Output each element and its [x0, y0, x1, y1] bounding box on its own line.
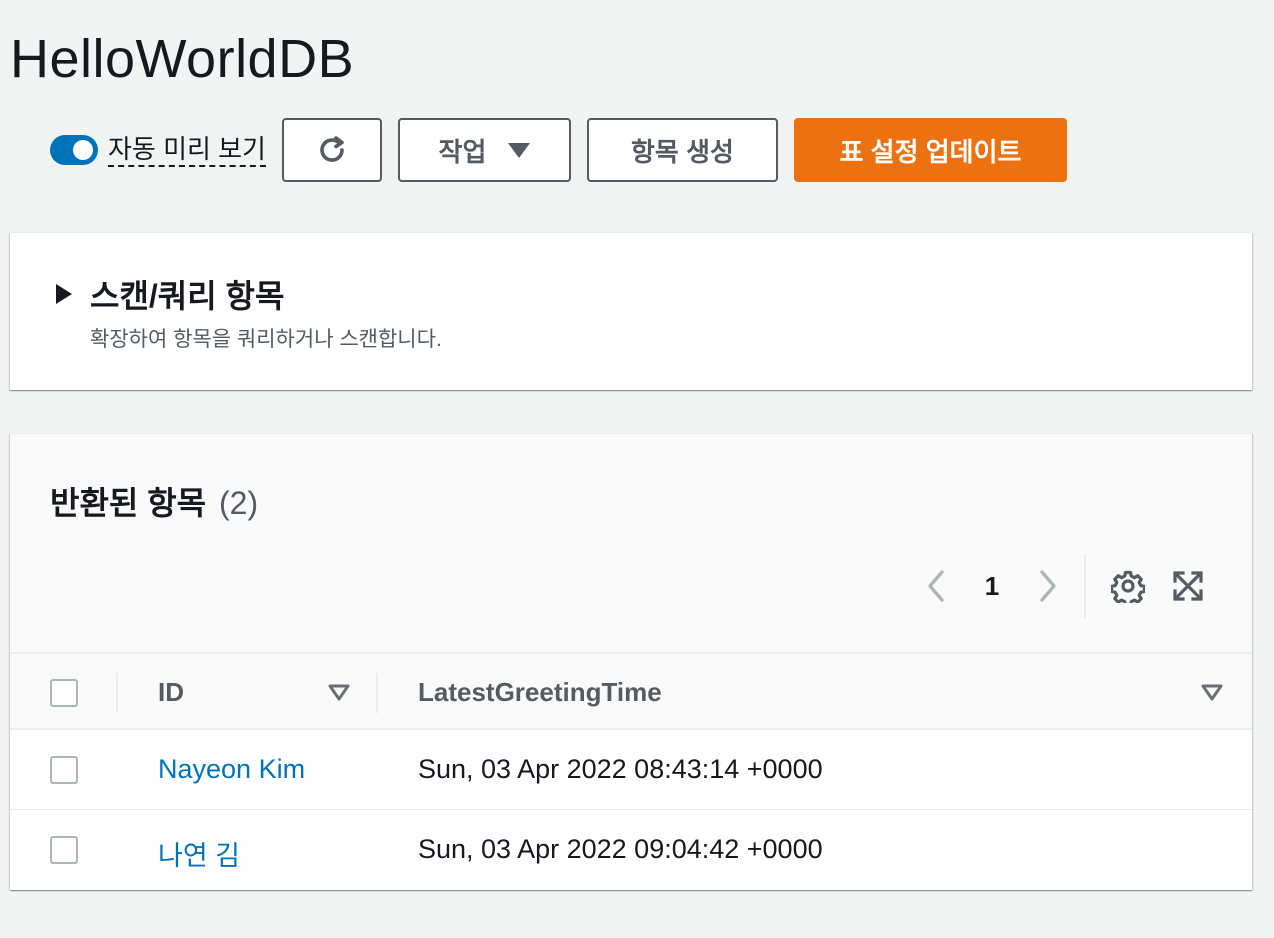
- actions-dropdown-button[interactable]: 작업: [397, 118, 571, 182]
- fullscreen-button[interactable]: [1168, 566, 1208, 606]
- row-checkbox[interactable]: [50, 836, 78, 864]
- returned-items-count: (2): [218, 485, 259, 521]
- returned-items-panel: 반환된 항목 (2) 1 ID LatestGreetingTime Nayeo…: [10, 433, 1252, 890]
- column-divider: [376, 673, 378, 713]
- table-row[interactable]: 나연 김 Sun, 03 Apr 2022 09:04:42 +0000: [10, 810, 1252, 890]
- latest-greeting-time-cell: Sun, 03 Apr 2022 09:04:42 +0000: [418, 834, 823, 864]
- returned-items-title: 반환된 항목: [50, 485, 207, 521]
- auto-preview-label[interactable]: 자동 미리 보기: [108, 134, 266, 167]
- scan-query-title: 스캔/쿼리 항목: [90, 278, 285, 314]
- fullscreen-icon: [1173, 571, 1203, 601]
- auto-preview-toggle[interactable]: [50, 135, 98, 165]
- sort-down-icon[interactable]: [1201, 684, 1223, 702]
- column-header-id[interactable]: ID: [158, 677, 184, 708]
- update-table-settings-button[interactable]: 표 설정 업데이트: [793, 118, 1067, 182]
- column-divider: [116, 673, 118, 713]
- item-id-link[interactable]: 나연 김: [158, 834, 240, 873]
- chevron-left-icon: [928, 570, 944, 602]
- caret-right-icon: [56, 284, 72, 304]
- scan-query-description: 확장하여 항목을 쿼리하거나 스캔합니다.: [90, 328, 442, 351]
- scan-query-panel: 스캔/쿼리 항목 확장하여 항목을 쿼리하거나 스캔합니다.: [10, 232, 1252, 390]
- pagination: 1: [918, 554, 1208, 618]
- returned-items-header: 반환된 항목 (2): [50, 478, 258, 524]
- pager-divider: [1084, 554, 1086, 618]
- refresh-button[interactable]: [281, 118, 382, 182]
- next-page-button[interactable]: [1030, 554, 1066, 618]
- page-title: HelloWorldDB: [10, 29, 355, 89]
- page-number[interactable]: 1: [954, 571, 1030, 602]
- table-settings-button[interactable]: [1108, 566, 1148, 606]
- table-header: ID LatestGreetingTime: [10, 652, 1252, 730]
- items-table: ID LatestGreetingTime Nayeon Kim Sun, 03…: [10, 652, 1252, 890]
- column-header-latest-greeting-time[interactable]: LatestGreetingTime: [418, 677, 662, 708]
- sort-down-icon[interactable]: [328, 684, 350, 702]
- toggle-knob: [73, 140, 93, 160]
- table-row[interactable]: Nayeon Kim Sun, 03 Apr 2022 08:43:14 +00…: [10, 730, 1252, 810]
- create-item-button[interactable]: 항목 생성: [586, 118, 778, 182]
- caret-down-icon: [508, 142, 531, 158]
- toolbar: 자동 미리 보기 작업 항목 생성 표 설정 업데이트: [50, 118, 1067, 182]
- scan-query-expander[interactable]: 스캔/쿼리 항목: [56, 271, 284, 317]
- gear-icon: [1111, 570, 1145, 603]
- latest-greeting-time-cell: Sun, 03 Apr 2022 08:43:14 +0000: [418, 754, 823, 784]
- item-id-link[interactable]: Nayeon Kim: [158, 754, 305, 785]
- actions-label: 작업: [438, 136, 487, 167]
- chevron-right-icon: [1040, 570, 1056, 602]
- prev-page-button[interactable]: [918, 554, 954, 618]
- row-checkbox[interactable]: [50, 756, 78, 784]
- select-all-checkbox[interactable]: [50, 679, 78, 707]
- refresh-icon: [320, 136, 344, 162]
